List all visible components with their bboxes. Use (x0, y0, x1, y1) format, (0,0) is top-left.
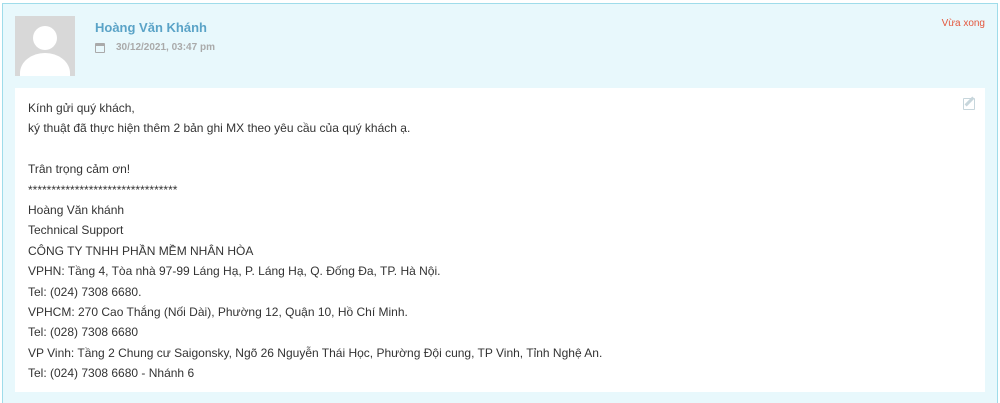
comment-line: ******************************** (28, 182, 178, 197)
author-name[interactable]: Hoàng Văn Khánh (95, 20, 207, 35)
comment-line: Trân trọng cảm ơn! (28, 162, 131, 177)
calendar-icon (95, 42, 105, 53)
comment-line: Hoàng Văn khánh (28, 203, 125, 218)
avatar-head (33, 26, 57, 50)
avatar-body (20, 53, 70, 76)
comment-text: Kính gửi quý khách, ký thuật đã thực hiệ… (28, 98, 958, 384)
comment-line: Tel: (024) 7308 6680. (28, 284, 142, 299)
status-text: Vừa xong (941, 18, 985, 29)
comment-line: Tel: (024) 7308 6680 - Nhánh 6 (28, 366, 195, 381)
comment-line: VPHN: Tầng 4, Tòa nhà 97-99 Láng Hạ, P. … (28, 264, 441, 279)
comment-line: CÔNG TY TNHH PHẦN MỀM NHÂN HÒA (28, 243, 254, 258)
edit-icon[interactable] (963, 98, 975, 110)
comment-line: Technical Support (28, 223, 124, 238)
avatar (15, 16, 75, 76)
comment-datetime: 30/12/2021, 03:47 pm (95, 42, 215, 53)
comment-line (28, 139, 958, 159)
comment-line: Kính gửi quý khách, (28, 101, 135, 115)
comment-line: Tel: (028) 7308 6680 (28, 325, 139, 340)
comment-line: ký thuật đã thực hiện thêm 2 bản ghi MX … (28, 121, 411, 136)
ticket-comment: Hoàng Văn Khánh 30/12/2021, 03:47 pm Vừa… (2, 3, 998, 403)
comment-body: Kính gửi quý khách, ký thuật đã thực hiệ… (15, 88, 985, 392)
datetime-text: 30/12/2021, 03:47 pm (116, 42, 215, 53)
comment-line: VP Vinh: Tầng 2 Chung cư Saigonsky, Ngõ … (28, 345, 603, 360)
comment-line: VPHCM: 270 Cao Thắng (Nối Dài), Phường 1… (28, 305, 408, 320)
